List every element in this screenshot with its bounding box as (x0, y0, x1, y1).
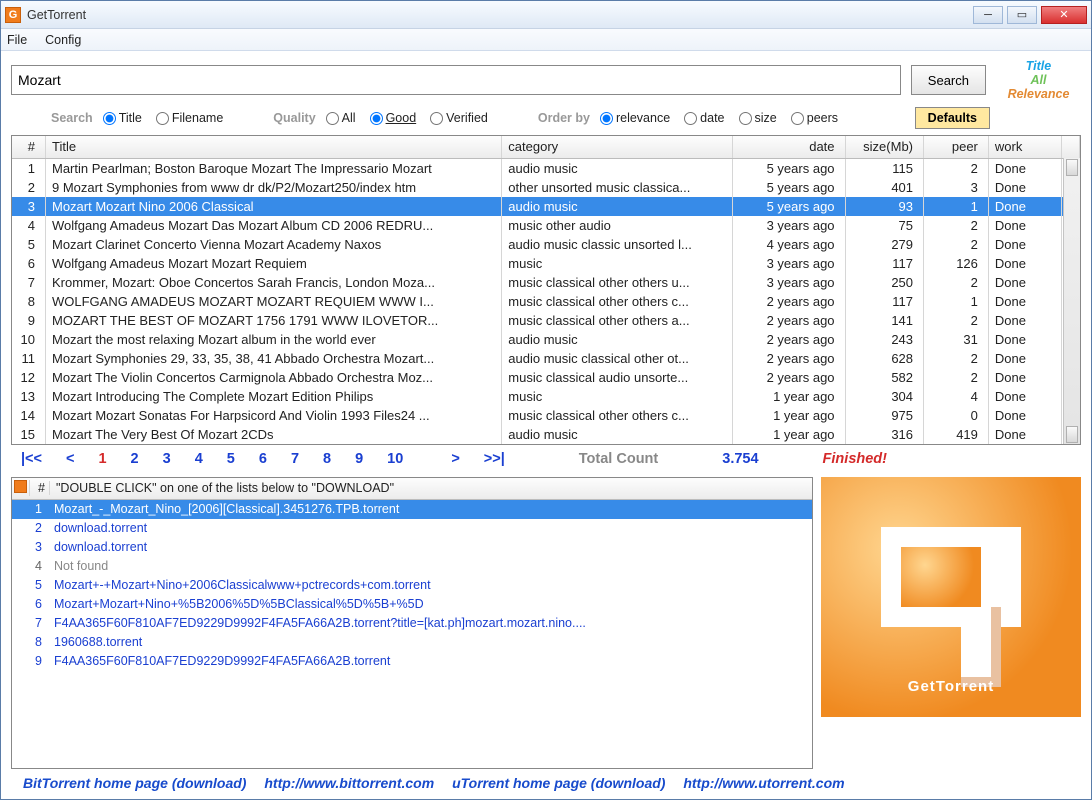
filter-row: Search Title Filename Quality All Good V… (11, 107, 1081, 129)
col-work[interactable]: work (988, 136, 1061, 158)
utorrent-link-label[interactable]: uTorrent home page (download) (452, 775, 665, 791)
total-label: Total Count (579, 451, 658, 467)
total-count: 3.754 (722, 451, 758, 467)
download-item[interactable]: 81960688.torrent (12, 633, 812, 652)
radio-date[interactable]: date (684, 111, 724, 125)
defaults-button[interactable]: Defaults (915, 107, 990, 129)
col-scroll (1062, 136, 1080, 158)
table-row[interactable]: 8WOLFGANG AMADEUS MOZART MOZART REQUIEM … (12, 292, 1080, 311)
menu-config[interactable]: Config (45, 33, 81, 47)
table-row[interactable]: 14Mozart Mozart Sonatas For Harpsicord A… (12, 406, 1080, 425)
col-peer[interactable]: peer (924, 136, 989, 158)
maximize-button[interactable]: ▭ (1007, 6, 1037, 24)
finished-label: Finished! (823, 451, 887, 467)
download-item[interactable]: 6Mozart+Mozart+Nino+%5B2006%5D%5BClassic… (12, 595, 812, 614)
search-input[interactable] (11, 65, 901, 95)
titlebar: G GetTorrent ─ ▭ ✕ (1, 1, 1091, 29)
page-4[interactable]: 4 (195, 451, 203, 467)
page-8[interactable]: 8 (323, 451, 331, 467)
table-row[interactable]: 1Martin Pearlman; Boston Baroque Mozart … (12, 158, 1080, 178)
table-row[interactable]: 12Mozart The Violin Concertos Carmignola… (12, 368, 1080, 387)
bittorrent-link-url[interactable]: http://www.bittorrent.com (264, 775, 434, 791)
download-item[interactable]: 3download.torrent (12, 538, 812, 557)
col-date[interactable]: date (732, 136, 845, 158)
status-relevance: Relevance (996, 87, 1081, 101)
table-row[interactable]: 29 Mozart Symphonies from www dr dk/P2/M… (12, 178, 1080, 197)
radio-filename[interactable]: Filename (156, 111, 223, 125)
col-size[interactable]: size(Mb) (845, 136, 923, 158)
download-item[interactable]: 5Mozart+-+Mozart+Nino+2006Classicalwww+p… (12, 576, 812, 595)
table-row[interactable]: 6Wolfgang Amadeus Mozart Mozart Requiemm… (12, 254, 1080, 273)
dl-header: "DOUBLE CLICK" on one of the lists below… (50, 481, 732, 495)
page-2[interactable]: 2 (131, 451, 139, 467)
minimize-button[interactable]: ─ (973, 6, 1003, 24)
scrollbar[interactable] (1063, 158, 1080, 444)
table-row[interactable]: 10Mozart the most relaxing Mozart album … (12, 330, 1080, 349)
label-search: Search (51, 111, 93, 125)
page-10[interactable]: 10 (387, 451, 403, 467)
page-7[interactable]: 7 (291, 451, 299, 467)
status-title: Title (996, 59, 1081, 73)
radio-good[interactable]: Good (370, 111, 417, 125)
download-item[interactable]: 7F4AA365F60F810AF7ED9229D9992F4FA5FA66A2… (12, 614, 812, 633)
app-window: G GetTorrent ─ ▭ ✕ File Config Search Ti… (0, 0, 1092, 800)
dl-logo-icon (12, 480, 30, 496)
col-title[interactable]: Title (45, 136, 501, 158)
label-quality: Quality (273, 111, 315, 125)
page-next[interactable]: > (451, 451, 459, 467)
radio-size[interactable]: size (739, 111, 777, 125)
status-all: All (996, 73, 1081, 87)
radio-relevance[interactable]: relevance (600, 111, 670, 125)
download-item[interactable]: 4Not found (12, 557, 812, 576)
page-1[interactable]: 1 (98, 451, 106, 467)
status-panel: Title All Relevance (996, 59, 1081, 101)
table-row[interactable]: 7Krommer, Mozart: Oboe Concertos Sarah F… (12, 273, 1080, 292)
page-3[interactable]: 3 (163, 451, 171, 467)
page-first[interactable]: |<< (21, 451, 42, 467)
search-button[interactable]: Search (911, 65, 986, 95)
menu-file[interactable]: File (7, 33, 27, 47)
utorrent-link-url[interactable]: http://www.utorrent.com (683, 775, 844, 791)
app-logo-icon: G (5, 7, 21, 23)
label-orderby: Order by (538, 111, 590, 125)
menubar: File Config (1, 29, 1091, 51)
results-grid: # Title category date size(Mb) peer work… (11, 135, 1081, 445)
footer-links: BitTorrent home page (download) http://w… (11, 769, 1081, 799)
table-row[interactable]: 5Mozart Clarinet Concerto Vienna Mozart … (12, 235, 1080, 254)
table-row[interactable]: 3Mozart Mozart Nino 2006 Classicalaudio … (12, 197, 1080, 216)
bittorrent-link-label[interactable]: BitTorrent home page (download) (23, 775, 246, 791)
page-prev[interactable]: < (66, 451, 74, 467)
page-6[interactable]: 6 (259, 451, 267, 467)
table-row[interactable]: 4Wolfgang Amadeus Mozart Das Mozart Albu… (12, 216, 1080, 235)
col-category[interactable]: category (502, 136, 732, 158)
col-num[interactable]: # (12, 136, 45, 158)
pager: |<< < 1 2 3 4 5 6 7 8 9 10 > >>| Total Count 3.75… (11, 445, 1081, 473)
page-9[interactable]: 9 (355, 451, 363, 467)
download-item[interactable]: 2download.torrent (12, 519, 812, 538)
close-button[interactable]: ✕ (1041, 6, 1087, 24)
download-item[interactable]: 1Mozart_-_Mozart_Nino_[2006][Classical].… (12, 500, 812, 519)
page-5[interactable]: 5 (227, 451, 235, 467)
window-title: GetTorrent (27, 8, 86, 22)
download-item[interactable]: 9F4AA365F60F810AF7ED9229D9992F4FA5FA66A2… (12, 652, 812, 671)
table-row[interactable]: 9MOZART THE BEST OF MOZART 1756 1791 WWW… (12, 311, 1080, 330)
radio-all[interactable]: All (326, 111, 356, 125)
radio-verified[interactable]: Verified (430, 111, 488, 125)
logo-text: GetTorrent (908, 678, 994, 695)
radio-peers[interactable]: peers (791, 111, 838, 125)
download-panel: # "DOUBLE CLICK" on one of the lists bel… (11, 477, 813, 770)
table-row[interactable]: 13Mozart Introducing The Complete Mozart… (12, 387, 1080, 406)
table-row[interactable]: 15Mozart The Very Best Of Mozart 2CDsaud… (12, 425, 1080, 444)
window-buttons: ─ ▭ ✕ (973, 6, 1087, 24)
page-last[interactable]: >>| (484, 451, 505, 467)
table-row[interactable]: 11Mozart Symphonies 29, 33, 35, 38, 41 A… (12, 349, 1080, 368)
logo-artwork: GetTorrent (821, 477, 1081, 717)
radio-title[interactable]: Title (103, 111, 142, 125)
dl-col-num: # (30, 481, 50, 495)
